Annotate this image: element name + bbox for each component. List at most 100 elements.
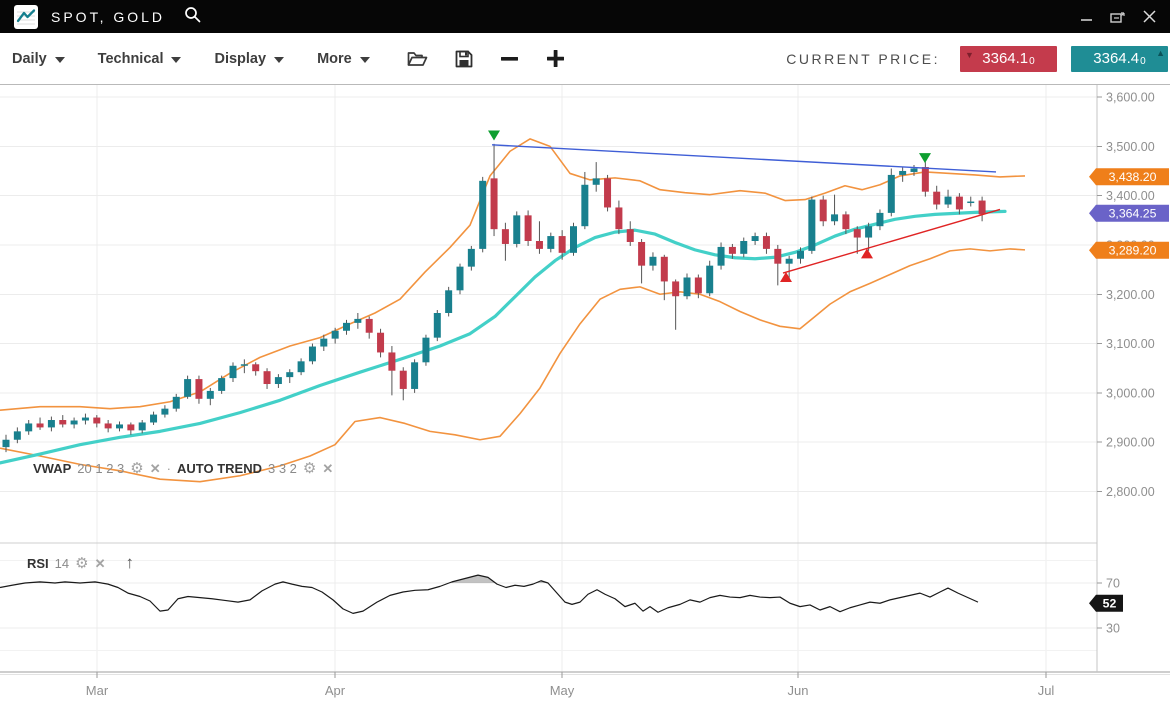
candle-bearish: [842, 214, 849, 229]
candle-bullish: [332, 331, 339, 339]
price-down-arrow-icon: ▼: [965, 51, 974, 60]
candle-bullish: [581, 185, 588, 226]
candle-bearish: [956, 197, 963, 210]
candle-bearish: [627, 229, 634, 242]
candle-bullish: [286, 372, 293, 377]
price-tick-label: 3,600.00: [1106, 91, 1155, 105]
candle-bullish: [320, 339, 327, 347]
menu-more-label: More: [317, 51, 352, 67]
candle-bullish: [649, 257, 656, 266]
candle-bullish: [150, 415, 157, 423]
candle-bullish: [275, 377, 282, 384]
price-tick-label: 2,800.00: [1106, 485, 1155, 499]
menu-daily-label: Daily: [12, 51, 47, 67]
candle-bullish: [14, 431, 21, 439]
candle-bullish: [876, 213, 883, 226]
save-icon[interactable]: [455, 50, 473, 68]
candle-bullish: [354, 319, 361, 323]
candle-bearish: [195, 379, 202, 399]
price-tick-label: 2,900.00: [1106, 436, 1155, 450]
menu-technical[interactable]: Technical: [98, 51, 182, 67]
indicator-row-vwap: VWAP 20 1 2 3 ⚙ ✕ · AUTO TREND 3 3 2 ⚙ ✕: [33, 461, 333, 476]
month-label: Apr: [325, 683, 346, 698]
bollinger-upper-band: [0, 139, 1025, 410]
price-up-arrow-icon: ▲: [1156, 49, 1165, 58]
month-label: Jun: [788, 683, 809, 698]
candle-bearish: [525, 215, 532, 241]
gear-icon[interactable]: ⚙: [303, 461, 316, 476]
candle-bullish: [71, 421, 78, 425]
close-icon[interactable]: ✕: [95, 557, 106, 570]
menu-daily[interactable]: Daily: [12, 51, 65, 67]
zoom-out-button[interactable]: [500, 49, 519, 68]
sell-signal-marker: [919, 153, 931, 163]
candle-bullish: [593, 178, 600, 184]
rsi-value-badge-label: 52: [1103, 597, 1117, 611]
menu-display[interactable]: Display: [214, 51, 284, 67]
candle-bullish: [207, 391, 214, 399]
bid-price-badge: ▼ 3364.1 0: [960, 46, 1057, 72]
move-pane-up-icon[interactable]: ↑: [126, 553, 135, 573]
zoom-in-button[interactable]: [546, 49, 565, 68]
candle-bullish: [570, 226, 577, 253]
candle-bearish: [491, 178, 498, 229]
price-level-badge-label: 3,438.20: [1109, 170, 1157, 184]
candle-bearish: [264, 371, 271, 384]
candle-bearish: [638, 242, 645, 266]
chart-area: 3,600.003,500.003,400.003,300.003,200.00…: [0, 85, 1170, 701]
candle-bearish: [729, 247, 736, 254]
candle-bullish: [831, 214, 838, 221]
candle-bearish: [922, 167, 929, 192]
candle-bullish: [740, 241, 747, 254]
month-label: May: [550, 683, 575, 698]
window-title: SPOT, GOLD: [51, 9, 165, 25]
price-level-badge-label: 3,364.25: [1109, 207, 1157, 221]
search-icon[interactable]: [184, 6, 201, 28]
candle-bullish: [718, 247, 725, 266]
gear-icon[interactable]: ⚙: [75, 556, 88, 571]
gear-icon[interactable]: ⚙: [130, 461, 143, 476]
candle-bullish: [116, 424, 123, 428]
candle-bullish: [899, 171, 906, 175]
candle-bearish: [366, 319, 373, 333]
sell-signal-marker: [488, 130, 500, 140]
candle-bullish: [343, 323, 350, 331]
month-label: Jul: [1038, 683, 1055, 698]
candle-bullish: [445, 290, 452, 313]
candle-bullish: [513, 215, 520, 244]
minimize-button[interactable]: [1081, 11, 1093, 23]
candle-bullish: [25, 423, 32, 431]
price-tick-label: 3,400.00: [1106, 189, 1155, 203]
restore-button[interactable]: [1110, 10, 1126, 24]
candle-bearish: [127, 424, 134, 430]
candle-bearish: [774, 249, 781, 264]
price-level-badge-label: 3,289.20: [1109, 244, 1157, 258]
indicator-row-rsi: RSI 14 ⚙ ✕ ↑: [27, 553, 134, 573]
menu-more[interactable]: More: [317, 51, 370, 67]
window-controls: [1081, 10, 1156, 24]
close-icon[interactable]: ✕: [150, 462, 161, 475]
price-chart-canvas[interactable]: 3,600.003,500.003,400.003,300.003,200.00…: [0, 85, 1170, 701]
candle-bearish: [502, 229, 509, 244]
candle-bullish: [797, 251, 804, 259]
candle-bullish: [434, 313, 441, 338]
open-folder-icon[interactable]: [407, 50, 428, 67]
candle-bullish: [184, 379, 191, 397]
candle-bullish: [967, 202, 974, 203]
candle-bearish: [400, 371, 407, 389]
candle-bearish: [252, 364, 259, 371]
candle-bearish: [388, 352, 395, 370]
candle-bullish: [241, 364, 248, 365]
candle-bullish: [479, 181, 486, 249]
app-logo-icon: [14, 5, 38, 29]
menu-technical-label: Technical: [98, 51, 164, 67]
ask-price-value: 3364.4: [1093, 50, 1139, 67]
chevron-down-icon: [171, 57, 181, 63]
candle-bullish: [298, 361, 305, 372]
candle-bearish: [979, 201, 986, 215]
candle-bearish: [377, 333, 384, 353]
close-icon[interactable]: ✕: [322, 462, 333, 475]
close-button[interactable]: [1143, 10, 1156, 23]
vwap-params: 20 1 2 3: [77, 461, 124, 476]
toolbar-icons: [407, 49, 565, 68]
